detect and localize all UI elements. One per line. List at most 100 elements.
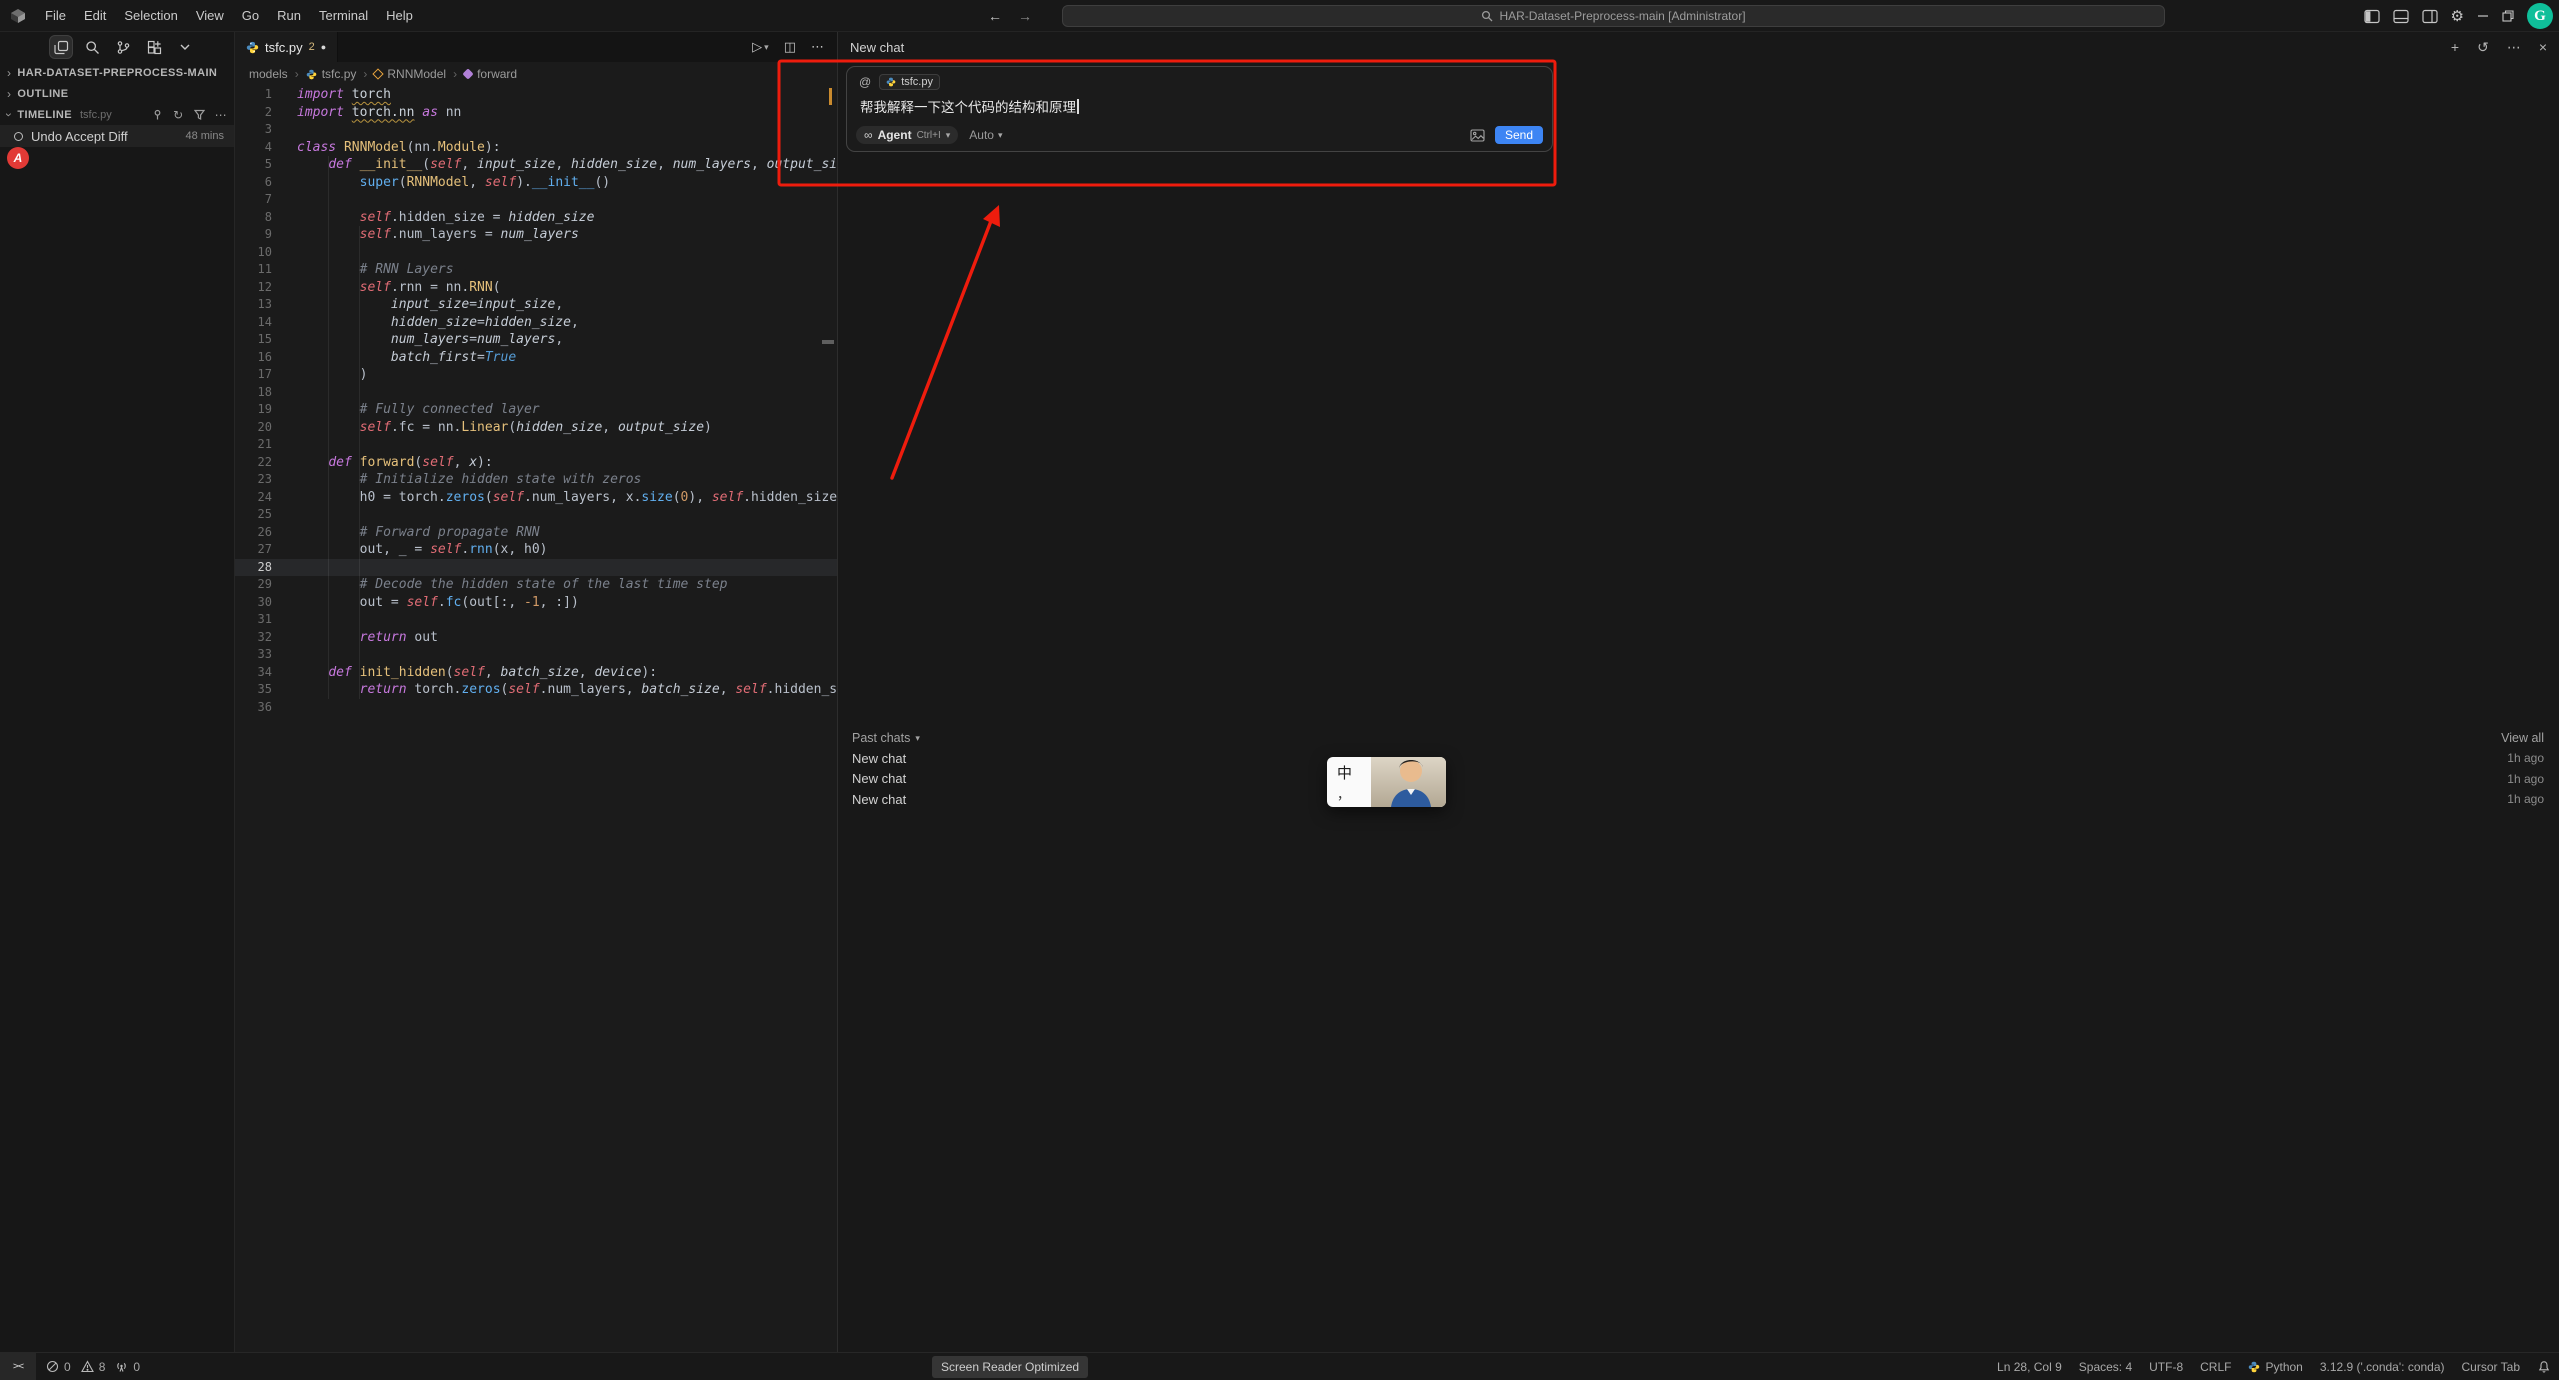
- refresh-icon[interactable]: ↻: [173, 108, 183, 122]
- timeline-entry[interactable]: Undo Accept Diff 48 mins: [0, 125, 234, 147]
- line-number[interactable]: 8: [235, 209, 272, 227]
- code-line-22[interactable]: 22 def forward(self, x):: [235, 454, 837, 472]
- code-line-25[interactable]: 25: [235, 506, 837, 524]
- model-selector[interactable]: Auto ▾: [969, 128, 1002, 142]
- toggle-right-sidebar-icon[interactable]: [2422, 9, 2438, 24]
- code-line-30[interactable]: 30 out = self.fc(out[:, -1, :]): [235, 594, 837, 612]
- code-line-21[interactable]: 21: [235, 436, 837, 454]
- grammarly-widget[interactable]: G: [2527, 3, 2553, 29]
- ports-indicator[interactable]: 0: [115, 1360, 140, 1374]
- code-line-12[interactable]: 12 self.rnn = nn.RNN(: [235, 279, 837, 297]
- chat-input-box[interactable]: @ tsfc.py 帮我解释一下这个代码的结构和原理 ∞ Agent Ctrl+…: [846, 66, 1553, 152]
- filter-icon[interactable]: [194, 109, 205, 120]
- breadcrumb-folder[interactable]: models: [249, 67, 288, 81]
- menu-terminal[interactable]: Terminal: [310, 0, 377, 32]
- window-minimize-button[interactable]: [2477, 10, 2489, 22]
- code-line-9[interactable]: 9 self.num_layers = num_layers: [235, 226, 837, 244]
- line-number[interactable]: 1: [235, 86, 272, 104]
- line-number[interactable]: 16: [235, 349, 272, 367]
- code-line-24[interactable]: 24 h0 = torch.zeros(self.num_layers, x.s…: [235, 489, 837, 507]
- code-line-18[interactable]: 18: [235, 384, 837, 402]
- line-number[interactable]: 12: [235, 279, 272, 297]
- command-center[interactable]: HAR-Dataset-Preprocess-main [Administrat…: [1062, 5, 2165, 27]
- line-number[interactable]: 4: [235, 139, 272, 157]
- tab-modified-dot[interactable]: ●: [321, 42, 326, 52]
- menu-selection[interactable]: Selection: [115, 0, 186, 32]
- line-number[interactable]: 11: [235, 261, 272, 279]
- line-number[interactable]: 21: [235, 436, 272, 454]
- chat-history-icon[interactable]: ↺: [2477, 39, 2489, 56]
- line-number[interactable]: 19: [235, 401, 272, 419]
- code-area[interactable]: 1import torch2import torch.nn as nn34cla…: [235, 86, 837, 1352]
- code-line-14[interactable]: 14 hidden_size=hidden_size,: [235, 314, 837, 332]
- code-line-26[interactable]: 26 # Forward propagate RNN: [235, 524, 837, 542]
- menu-edit[interactable]: Edit: [75, 0, 115, 32]
- send-button[interactable]: Send: [1495, 126, 1543, 144]
- context-file-chip[interactable]: tsfc.py: [879, 74, 940, 90]
- code-line-29[interactable]: 29 # Decode the hidden state of the last…: [235, 576, 837, 594]
- more-views-chevron-icon[interactable]: [173, 35, 197, 59]
- code-line-5[interactable]: 5 def __init__(self, input_size, hidden_…: [235, 156, 837, 174]
- settings-gear-icon[interactable]: ⚙: [2451, 7, 2464, 25]
- code-line-7[interactable]: 7: [235, 191, 837, 209]
- line-number[interactable]: 10: [235, 244, 272, 262]
- code-line-36[interactable]: 36: [235, 699, 837, 717]
- code-line-16[interactable]: 16 batch_first=True: [235, 349, 837, 367]
- problems-indicator[interactable]: 0 8: [46, 1360, 105, 1374]
- code-line-32[interactable]: 32 return out: [235, 629, 837, 647]
- line-number[interactable]: 34: [235, 664, 272, 682]
- menu-view[interactable]: View: [187, 0, 233, 32]
- code-line-17[interactable]: 17 ): [235, 366, 837, 384]
- code-line-2[interactable]: 2import torch.nn as nn: [235, 104, 837, 122]
- line-number[interactable]: 7: [235, 191, 272, 209]
- tab-tsfc-py[interactable]: tsfc.py 2 ●: [235, 32, 338, 62]
- menu-go[interactable]: Go: [233, 0, 268, 32]
- code-line-34[interactable]: 34 def init_hidden(self, batch_size, dev…: [235, 664, 837, 682]
- search-view-icon[interactable]: [80, 35, 104, 59]
- screen-reader-toggle[interactable]: Screen Reader Optimized: [932, 1356, 1088, 1378]
- notifications-bell-icon[interactable]: [2537, 1360, 2551, 1374]
- code-line-3[interactable]: 3: [235, 121, 837, 139]
- explorer-section-header[interactable]: › HAR-DATASET-PREPROCESS-MAIN: [0, 62, 234, 83]
- line-number[interactable]: 35: [235, 681, 272, 699]
- extensions-view-icon[interactable]: [142, 35, 166, 59]
- line-number[interactable]: 23: [235, 471, 272, 489]
- ime-candidate[interactable]: 中: [1337, 762, 1371, 783]
- line-number[interactable]: 32: [235, 629, 272, 647]
- line-number[interactable]: 33: [235, 646, 272, 664]
- line-number[interactable]: 29: [235, 576, 272, 594]
- code-line-31[interactable]: 31: [235, 611, 837, 629]
- breadcrumb-class[interactable]: RNNModel: [374, 67, 446, 81]
- line-number[interactable]: 6: [235, 174, 272, 192]
- line-number[interactable]: 27: [235, 541, 272, 559]
- code-line-20[interactable]: 20 self.fc = nn.Linear(hidden_size, outp…: [235, 419, 837, 437]
- explorer-view-icon[interactable]: [49, 35, 73, 59]
- line-number[interactable]: 36: [235, 699, 272, 717]
- code-line-11[interactable]: 11 # RNN Layers: [235, 261, 837, 279]
- code-line-19[interactable]: 19 # Fully connected layer: [235, 401, 837, 419]
- pin-icon[interactable]: [152, 109, 163, 120]
- code-line-10[interactable]: 10: [235, 244, 837, 262]
- code-line-6[interactable]: 6 super(RNNModel, self).__init__(): [235, 174, 837, 192]
- past-chat-item[interactable]: New chat1h ago: [852, 769, 2544, 790]
- code-line-1[interactable]: 1import torch: [235, 86, 837, 104]
- line-number[interactable]: 28: [235, 559, 272, 577]
- new-chat-icon[interactable]: +: [2451, 39, 2459, 55]
- add-context-button[interactable]: @: [859, 75, 871, 89]
- line-number[interactable]: 13: [235, 296, 272, 314]
- line-number[interactable]: 9: [235, 226, 272, 244]
- line-number[interactable]: 20: [235, 419, 272, 437]
- more-actions-icon[interactable]: ⋯: [215, 108, 227, 122]
- indentation-setting[interactable]: Spaces: 4: [2079, 1360, 2132, 1374]
- menu-file[interactable]: File: [36, 0, 75, 32]
- python-interpreter[interactable]: 3.12.9 ('.conda': conda): [2320, 1360, 2445, 1374]
- agent-mode-selector[interactable]: ∞ Agent Ctrl+I ▾: [856, 126, 958, 144]
- code-line-33[interactable]: 33: [235, 646, 837, 664]
- source-control-view-icon[interactable]: [111, 35, 135, 59]
- line-number[interactable]: 17: [235, 366, 272, 384]
- window-restore-button[interactable]: [2502, 10, 2514, 22]
- view-all-link[interactable]: View all: [2501, 731, 2544, 745]
- toggle-left-sidebar-icon[interactable]: [2364, 9, 2380, 24]
- past-chat-item[interactable]: New chat1h ago: [852, 748, 2544, 769]
- line-number[interactable]: 15: [235, 331, 272, 349]
